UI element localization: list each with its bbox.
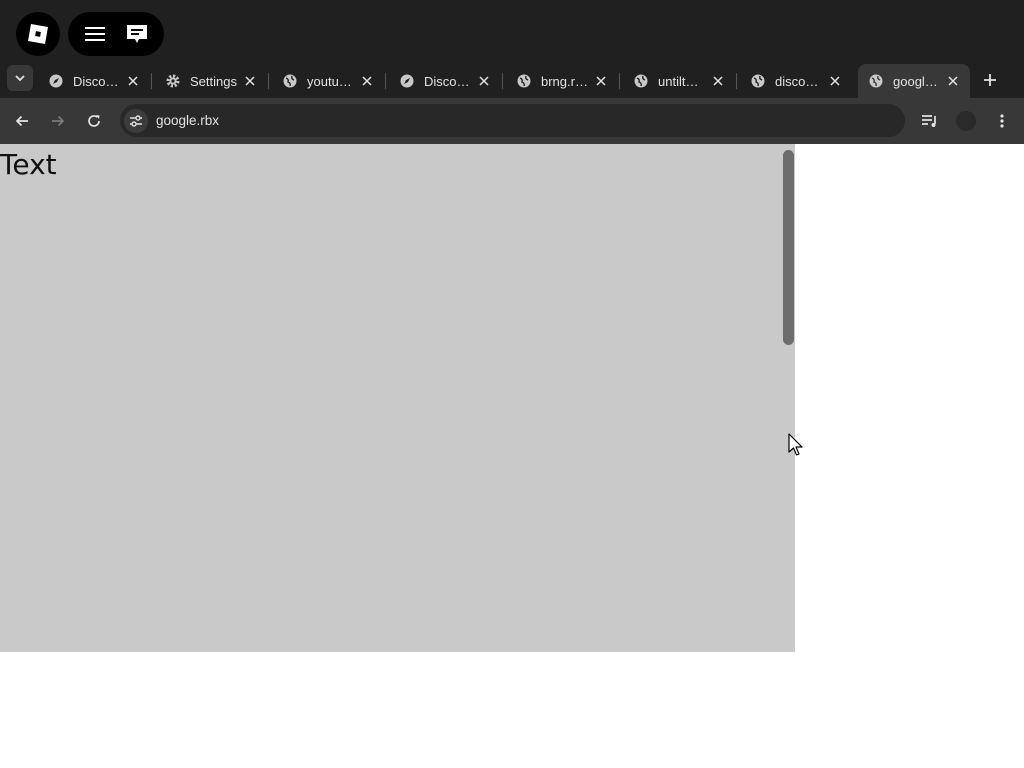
url-text[interactable]: google.rbx bbox=[156, 113, 219, 128]
globe-icon bbox=[282, 73, 298, 89]
tab-title: Disco… bbox=[73, 73, 119, 89]
site-settings-icon[interactable] bbox=[124, 108, 148, 133]
globe-icon bbox=[633, 73, 649, 89]
close-icon[interactable] bbox=[360, 74, 374, 88]
tab-separator bbox=[619, 73, 620, 89]
arrow-left-icon bbox=[15, 115, 28, 127]
tab-title: untilt… bbox=[658, 73, 699, 89]
tab-2[interactable]: youtu… bbox=[272, 64, 384, 98]
close-icon[interactable] bbox=[594, 74, 608, 88]
roblox-menu-button[interactable] bbox=[16, 12, 60, 56]
tab-7-active[interactable]: googl… bbox=[858, 64, 970, 98]
media-controls-button[interactable] bbox=[918, 109, 942, 133]
close-icon[interactable] bbox=[828, 74, 842, 88]
browser-chrome: Disco… Settings youtu… Disco… brng.r… un… bbox=[0, 0, 1024, 98]
close-icon[interactable] bbox=[477, 74, 491, 88]
back-button[interactable] bbox=[10, 109, 34, 133]
reload-button[interactable] bbox=[82, 109, 106, 133]
globe-icon bbox=[750, 73, 766, 89]
tab-separator bbox=[502, 73, 503, 89]
chat-icon[interactable] bbox=[120, 17, 154, 51]
navigation-toolbar: google.rbx bbox=[0, 98, 1024, 144]
tab-separator bbox=[268, 73, 269, 89]
tab-separator bbox=[736, 73, 737, 89]
address-bar[interactable]: google.rbx bbox=[120, 104, 905, 137]
tab-title: discor… bbox=[775, 73, 822, 89]
tab-separator bbox=[385, 73, 386, 89]
tab-5[interactable]: untilt… bbox=[623, 64, 735, 98]
close-icon[interactable] bbox=[946, 74, 960, 88]
compass-icon bbox=[48, 73, 64, 89]
kebab-menu-icon bbox=[1000, 114, 1004, 128]
mouse-cursor-icon bbox=[788, 433, 803, 456]
tab-6[interactable]: discor… bbox=[740, 64, 852, 98]
close-icon[interactable] bbox=[243, 74, 257, 88]
tab-title: Settings bbox=[190, 73, 237, 89]
profile-button[interactable] bbox=[954, 109, 978, 133]
tab-1[interactable]: Settings bbox=[155, 64, 267, 98]
globe-icon bbox=[516, 73, 532, 89]
more-menu-button[interactable] bbox=[990, 109, 1014, 133]
forward-button[interactable] bbox=[46, 109, 70, 133]
playlist-icon bbox=[922, 115, 936, 127]
tab-title: brng.r… bbox=[541, 73, 588, 89]
close-icon[interactable] bbox=[126, 74, 140, 88]
tab-3[interactable]: Disco… bbox=[389, 64, 501, 98]
avatar bbox=[956, 111, 976, 131]
tab-separator bbox=[151, 73, 152, 89]
gear-icon bbox=[165, 73, 181, 89]
tab-title: googl… bbox=[893, 73, 938, 89]
tab-strip: Disco… Settings youtu… Disco… brng.r… un… bbox=[0, 60, 1024, 98]
globe-icon bbox=[868, 73, 884, 89]
plus-icon bbox=[984, 74, 996, 86]
compass-icon bbox=[399, 73, 415, 89]
page-viewport: Text bbox=[0, 144, 795, 652]
chevron-down-icon bbox=[15, 75, 25, 82]
hamburger-menu-icon[interactable] bbox=[78, 17, 112, 51]
top-controls-pill bbox=[68, 12, 164, 56]
reload-icon bbox=[88, 115, 100, 127]
page-text-label: Text bbox=[0, 148, 57, 181]
tab-title: Disco… bbox=[424, 73, 470, 89]
arrow-right-icon bbox=[52, 115, 65, 127]
new-tab-button[interactable] bbox=[978, 68, 1002, 92]
tab-title: youtu… bbox=[307, 73, 352, 89]
tab-4[interactable]: brng.r… bbox=[506, 64, 618, 98]
tab-0[interactable]: Disco… bbox=[38, 64, 150, 98]
close-icon[interactable] bbox=[711, 74, 725, 88]
roblox-logo-icon bbox=[28, 24, 48, 44]
tab-search-button[interactable] bbox=[7, 65, 33, 91]
scrollbar-thumb[interactable] bbox=[783, 150, 794, 345]
